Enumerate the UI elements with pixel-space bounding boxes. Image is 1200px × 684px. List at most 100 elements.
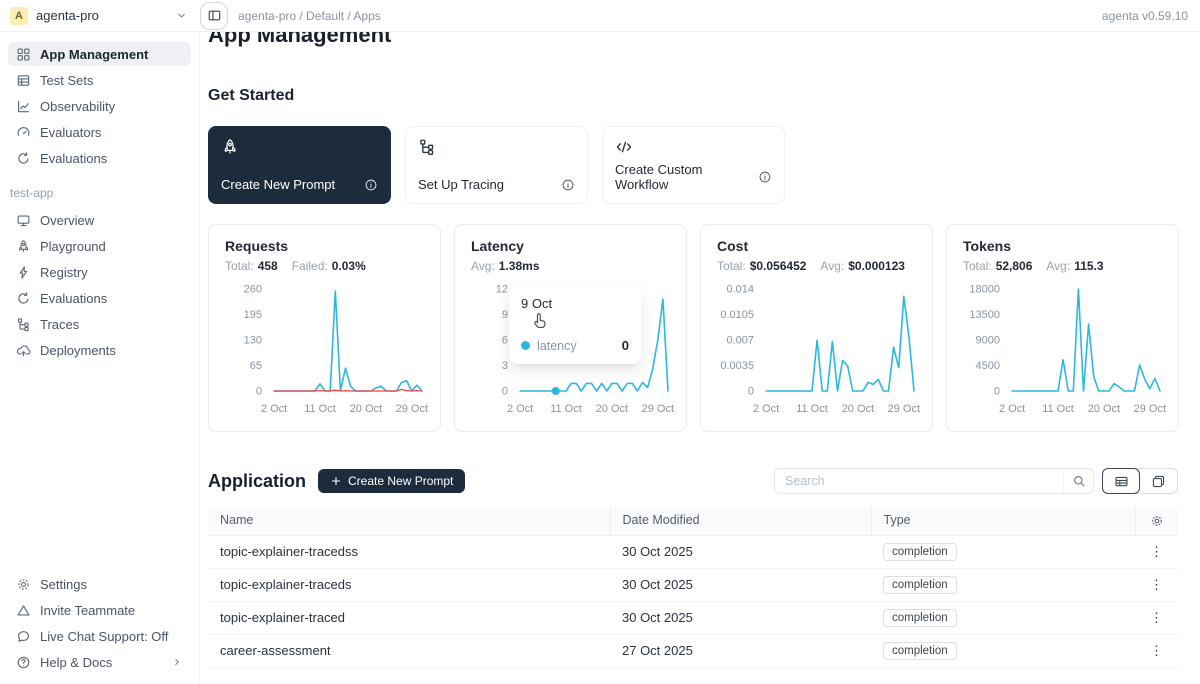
sidebar-item-registry[interactable]: Registry (8, 260, 191, 284)
series-requests (274, 291, 422, 391)
hover-point-marker (552, 387, 560, 395)
cell-date-modified: 27 Oct 2025 (610, 634, 871, 667)
svg-text:20 Oct: 20 Oct (350, 403, 382, 415)
sidebar-item-observability[interactable]: Observability (8, 94, 191, 118)
cell-name: career-assessment (208, 634, 610, 667)
sidebar-toggle-button[interactable] (200, 2, 228, 30)
metric-chart[interactable]: 0651301952602 Oct11 Oct20 Oct29 Oct (225, 281, 426, 417)
sidebar-item-deployments[interactable]: Deployments (8, 338, 191, 362)
metrics-row: RequestsTotal:458Failed:0.03%06513019526… (208, 224, 1178, 432)
sidebar-item-label: Evaluations (40, 151, 107, 166)
metric-stat: Avg:115.3 (1046, 259, 1103, 273)
get-started-card-create-new-prompt[interactable]: Create New Prompt (208, 126, 391, 204)
svg-text:11 Oct: 11 Oct (550, 403, 582, 415)
sidebar-item-label: Help & Docs (40, 655, 112, 670)
card-view-button[interactable] (1139, 469, 1177, 493)
metric-chart[interactable]: 00.00350.0070.01050.0142 Oct11 Oct20 Oct… (717, 281, 918, 417)
workspace-selector[interactable]: A agenta-pro (0, 0, 200, 31)
svg-text:4500: 4500 (976, 360, 1000, 372)
card-footer: Create Custom Workflow (615, 162, 772, 192)
card-footer: Create New Prompt (221, 177, 378, 192)
application-title: Application (208, 471, 306, 492)
metric-stats: Avg:1.38ms (471, 259, 670, 273)
row-menu-button[interactable]: ⋮ (1135, 601, 1178, 634)
svg-text:195: 195 (244, 309, 262, 321)
sidebar-item-traces[interactable]: Traces (8, 312, 191, 336)
gear-icon[interactable] (1150, 514, 1164, 528)
table-row-topic-explainer-tracedss[interactable]: topic-explainer-tracedss30 Oct 2025compl… (208, 535, 1178, 568)
sidebar-item-evaluations[interactable]: Evaluations (8, 286, 191, 310)
info-icon[interactable] (758, 170, 772, 184)
row-menu-button[interactable]: ⋮ (1135, 634, 1178, 667)
svg-text:29 Oct: 29 Oct (642, 403, 674, 415)
sidebar-item-playground[interactable]: Playground (8, 234, 191, 258)
svg-text:0: 0 (748, 386, 754, 398)
cell-name: topic-explainer-traced (208, 601, 610, 634)
applications-table: Name Date Modified Type topic-explainer-… (208, 506, 1178, 668)
search-icon (1072, 474, 1086, 488)
series-cost (766, 296, 914, 391)
sidebar-item-invite-teammate[interactable]: Invite Teammate (8, 598, 191, 622)
sidebar-item-evaluations[interactable]: Evaluations (8, 146, 191, 170)
row-menu-button[interactable]: ⋮ (1135, 535, 1178, 568)
sidebar-main-nav: App Management Test SetsObservability Eval… (0, 42, 199, 170)
sidebar-item-help-docs[interactable]: Help & Docs (8, 650, 191, 674)
table-row-topic-explainer-traceds[interactable]: topic-explainer-traceds30 Oct 2025comple… (208, 568, 1178, 601)
sidebar-item-settings[interactable]: Settings (8, 572, 191, 596)
create-new-prompt-button[interactable]: Create New Prompt (318, 469, 465, 493)
table-row-topic-explainer-traced[interactable]: topic-explainer-traced30 Oct 2025complet… (208, 601, 1178, 634)
sidebar-item-label: Settings (40, 577, 87, 592)
breadcrumb[interactable]: agenta-pro / Default / Apps (238, 9, 381, 23)
card-view-icon (1151, 474, 1166, 489)
sidebar-item-live-chat-support-off[interactable]: Live Chat Support: Off (8, 624, 191, 648)
get-started-card-set-up-tracing[interactable]: Set Up Tracing (405, 126, 588, 204)
metric-stat: Avg:1.38ms (471, 259, 540, 273)
sidebar-item-label: Traces (40, 317, 79, 332)
get-started-title: Get Started (208, 86, 1178, 106)
cell-name: topic-explainer-tracedss (208, 535, 610, 568)
sidebar-item-label: App Management (40, 47, 148, 62)
svg-text:0: 0 (994, 386, 1000, 398)
chat-icon (16, 629, 31, 644)
gear-icon (16, 577, 31, 592)
column-header-name: Name (208, 506, 610, 535)
sidebar-item-evaluators[interactable]: Evaluators (8, 120, 191, 144)
svg-text:11 Oct: 11 Oct (1042, 403, 1074, 415)
column-settings[interactable] (1135, 506, 1178, 535)
svg-text:2 Oct: 2 Oct (507, 403, 533, 415)
svg-text:29 Oct: 29 Oct (396, 403, 428, 415)
tooltip-series-label: latency (537, 339, 577, 353)
type-badge: completion (883, 576, 957, 594)
search-button[interactable] (1063, 469, 1093, 493)
table-view-icon (1114, 474, 1129, 489)
info-icon[interactable] (561, 178, 575, 192)
cycle-icon (16, 291, 31, 306)
sidebar-item-app-management[interactable]: App Management (8, 42, 191, 66)
svg-text:0.0035: 0.0035 (720, 360, 754, 372)
svg-text:0.007: 0.007 (726, 335, 754, 347)
row-menu-button[interactable]: ⋮ (1135, 568, 1178, 601)
sidebar-item-test-sets[interactable]: Test Sets (8, 68, 191, 92)
metric-stat: Total:52,806 (963, 259, 1032, 273)
help-icon (16, 655, 31, 670)
svg-text:2 Oct: 2 Oct (261, 403, 287, 415)
svg-text:11 Oct: 11 Oct (796, 403, 828, 415)
metric-chart[interactable]: 04500900013500180002 Oct11 Oct20 Oct29 O… (963, 281, 1164, 417)
svg-text:6: 6 (502, 335, 508, 347)
sidebar-item-label: Evaluators (40, 125, 101, 140)
column-header-type: Type (871, 506, 1135, 535)
search-input[interactable] (775, 469, 1063, 493)
info-icon[interactable] (364, 178, 378, 192)
monitor-icon (16, 213, 31, 228)
topbar: A agenta-pro agenta-pro / Default / Apps… (0, 0, 1200, 32)
get-started-cards: Create New Prompt Set Up Tracing Create Cu… (208, 126, 1178, 204)
metric-stat: Total:$0.056452 (717, 259, 806, 273)
metric-stats: Total:$0.056452Avg:$0.000123 (717, 259, 916, 273)
sidebar: App Management Test SetsObservability Eval… (0, 32, 200, 684)
get-started-card-create-custom-workflow[interactable]: Create Custom Workflow (602, 126, 785, 204)
rocket-icon (16, 239, 31, 254)
rocket-icon (221, 138, 239, 156)
table-row-career-assessment[interactable]: career-assessment27 Oct 2025completion⋮ (208, 634, 1178, 667)
sidebar-item-overview[interactable]: Overview (8, 208, 191, 232)
table-view-button[interactable] (1102, 468, 1140, 494)
